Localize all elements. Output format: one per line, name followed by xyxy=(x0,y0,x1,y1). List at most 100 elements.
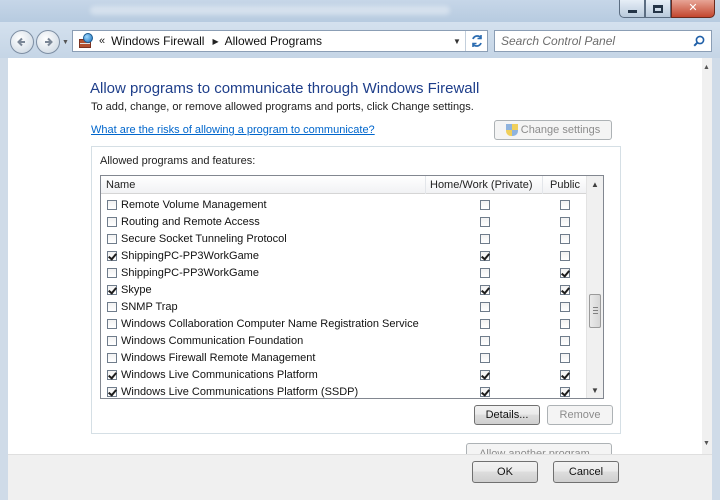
search-icon[interactable] xyxy=(693,35,705,47)
ok-button[interactable]: OK xyxy=(472,461,538,483)
public-checkbox[interactable] xyxy=(560,301,570,312)
program-name: Windows Collaboration Computer Name Regi… xyxy=(121,317,419,330)
forward-button[interactable] xyxy=(36,30,60,54)
address-bar[interactable]: « Windows Firewall ▶ Allowed Programs ▼ xyxy=(72,30,488,52)
home-work-checkbox[interactable] xyxy=(479,369,490,380)
table-row[interactable]: Remote Volume Management xyxy=(101,196,587,213)
search-input[interactable] xyxy=(501,34,681,48)
program-name-cell: Remote Volume Management xyxy=(101,199,426,211)
program-enabled-checkbox[interactable] xyxy=(107,233,117,244)
table-row[interactable]: ShippingPC-PP3WorkGame xyxy=(101,264,587,281)
home-work-checkbox[interactable] xyxy=(479,301,490,312)
table-row[interactable]: Windows Live Communications Platform xyxy=(101,366,587,383)
scroll-up-icon[interactable]: ▲ xyxy=(587,176,603,192)
home-work-cell xyxy=(426,233,543,244)
cancel-button[interactable]: Cancel xyxy=(553,461,619,483)
public-checkbox[interactable] xyxy=(560,216,570,227)
page-title: Allow programs to communicate through Wi… xyxy=(90,80,480,97)
refresh-button[interactable] xyxy=(465,31,487,51)
column-header-home-work[interactable]: Home/Work (Private) xyxy=(426,176,543,194)
table-row[interactable]: Windows Firewall Remote Management xyxy=(101,349,587,366)
public-checkbox[interactable] xyxy=(560,233,570,244)
home-work-checkbox[interactable] xyxy=(479,199,490,210)
page-scroll-down-icon[interactable]: ▼ xyxy=(703,440,710,447)
list-scrollbar[interactable]: ▲ ▼ xyxy=(586,176,603,398)
home-work-checkbox[interactable] xyxy=(479,267,490,278)
search-box[interactable] xyxy=(494,30,712,52)
public-checkbox[interactable] xyxy=(560,250,570,261)
public-cell xyxy=(543,250,587,261)
back-button[interactable] xyxy=(10,30,34,54)
public-checkbox[interactable] xyxy=(560,352,570,363)
column-header-name[interactable]: Name xyxy=(101,176,426,194)
remove-button[interactable]: Remove xyxy=(547,405,613,425)
address-dropdown-icon[interactable]: ▼ xyxy=(449,37,465,46)
program-name: Remote Volume Management xyxy=(121,198,267,211)
table-row[interactable]: Windows Live Communications Platform (SS… xyxy=(101,383,587,398)
table-row[interactable]: SNMP Trap xyxy=(101,298,587,315)
program-enabled-checkbox[interactable] xyxy=(107,301,117,312)
program-name-cell: Windows Communication Foundation xyxy=(101,335,426,347)
home-work-checkbox[interactable] xyxy=(479,318,490,329)
breadcrumb-windows-firewall[interactable]: Windows Firewall xyxy=(111,34,204,48)
program-enabled-checkbox[interactable] xyxy=(107,352,117,363)
program-enabled-checkbox[interactable] xyxy=(107,318,117,329)
public-cell xyxy=(543,386,587,397)
home-work-checkbox[interactable] xyxy=(479,284,490,295)
home-work-cell xyxy=(426,335,543,346)
allowed-programs-list[interactable]: Name Home/Work (Private) Public Remote V… xyxy=(100,175,604,399)
public-checkbox[interactable] xyxy=(560,267,570,278)
close-button[interactable]: ✕ xyxy=(671,0,715,18)
public-checkbox[interactable] xyxy=(560,335,570,346)
table-row[interactable]: Secure Socket Tunneling Protocol xyxy=(101,230,587,247)
recent-pages-dropdown-icon[interactable]: ▼ xyxy=(62,39,69,46)
public-cell xyxy=(543,369,587,380)
home-work-checkbox[interactable] xyxy=(479,335,490,346)
program-name-cell: Windows Collaboration Computer Name Regi… xyxy=(101,318,426,330)
program-enabled-checkbox[interactable] xyxy=(107,250,117,261)
table-row[interactable]: Windows Communication Foundation xyxy=(101,332,587,349)
table-row[interactable]: Skype xyxy=(101,281,587,298)
program-name: ShippingPC-PP3WorkGame xyxy=(121,249,259,262)
breadcrumb-overflow[interactable]: « xyxy=(99,35,105,47)
program-enabled-checkbox[interactable] xyxy=(107,216,117,227)
program-enabled-checkbox[interactable] xyxy=(107,369,117,380)
home-work-checkbox[interactable] xyxy=(479,216,490,227)
program-enabled-checkbox[interactable] xyxy=(107,199,117,210)
program-enabled-checkbox[interactable] xyxy=(107,284,117,295)
program-enabled-checkbox[interactable] xyxy=(107,335,117,346)
back-arrow-icon xyxy=(17,37,25,47)
page-scrollbar[interactable]: ▲ ▼ xyxy=(702,58,712,454)
program-enabled-checkbox[interactable] xyxy=(107,386,117,397)
minimize-button[interactable] xyxy=(619,0,645,18)
maximize-button[interactable] xyxy=(645,0,671,18)
home-work-checkbox[interactable] xyxy=(479,250,490,261)
table-row[interactable]: Windows Collaboration Computer Name Regi… xyxy=(101,315,587,332)
home-work-checkbox[interactable] xyxy=(479,233,490,244)
table-row[interactable]: ShippingPC-PP3WorkGame xyxy=(101,247,587,264)
public-checkbox[interactable] xyxy=(560,369,570,380)
page-scroll-up-icon[interactable]: ▲ xyxy=(703,64,710,71)
public-checkbox[interactable] xyxy=(560,199,570,210)
program-name: Windows Live Communications Platform xyxy=(121,368,318,381)
home-work-checkbox[interactable] xyxy=(479,386,490,397)
program-name: Windows Live Communications Platform (SS… xyxy=(121,385,359,398)
table-row[interactable]: Routing and Remote Access xyxy=(101,213,587,230)
details-button[interactable]: Details... xyxy=(474,405,540,425)
public-checkbox[interactable] xyxy=(560,318,570,329)
risks-help-link[interactable]: What are the risks of allowing a program… xyxy=(91,124,375,136)
scroll-thumb[interactable] xyxy=(589,294,601,328)
program-name: Skype xyxy=(121,283,152,296)
program-enabled-checkbox[interactable] xyxy=(107,267,117,278)
scroll-down-icon[interactable]: ▼ xyxy=(587,382,603,398)
change-settings-button[interactable]: Change settings xyxy=(494,120,612,140)
forward-arrow-icon xyxy=(45,37,53,47)
column-header-public[interactable]: Public xyxy=(543,176,587,194)
home-work-checkbox[interactable] xyxy=(479,352,490,363)
public-checkbox[interactable] xyxy=(560,284,570,295)
public-checkbox[interactable] xyxy=(560,386,570,397)
maximize-icon xyxy=(653,4,663,13)
program-name: Windows Firewall Remote Management xyxy=(121,351,316,364)
breadcrumb-allowed-programs[interactable]: Allowed Programs xyxy=(225,34,322,48)
breadcrumb-separator-icon[interactable]: ▶ xyxy=(212,37,218,46)
